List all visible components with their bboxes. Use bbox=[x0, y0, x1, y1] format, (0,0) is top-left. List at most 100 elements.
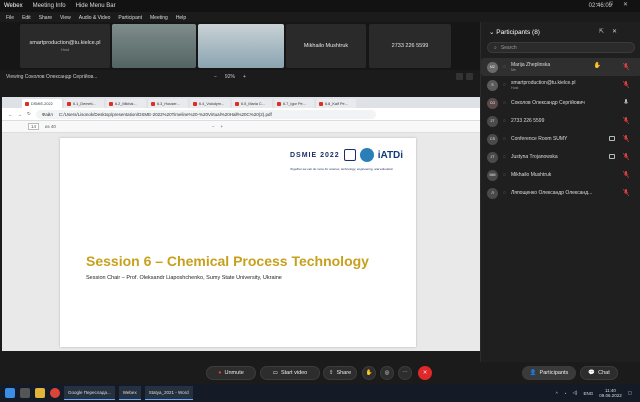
camera-icon bbox=[609, 136, 615, 141]
more-icon: ⋯ bbox=[402, 370, 408, 376]
pdf-page: DSMIE 2022 iATDi Together we can do more… bbox=[60, 138, 416, 347]
leave-meeting-button[interactable]: ✕ bbox=[418, 366, 432, 380]
taskbar-app-webex[interactable]: Webex bbox=[118, 386, 141, 400]
participants-toggle-button[interactable]: 👤 Participants bbox=[522, 366, 576, 380]
participant-row[interactable]: MM ◌ Mikhailo Mushtruk bbox=[481, 166, 640, 184]
close-icon[interactable]: ✕ bbox=[623, 1, 628, 8]
mic-muted-icon[interactable] bbox=[623, 171, 629, 178]
video-tile-phone[interactable]: 2733 226 5599 bbox=[369, 24, 451, 68]
start-video-button[interactable]: ▭ Start video bbox=[260, 366, 320, 380]
chat-button[interactable]: 💬 Chat bbox=[580, 366, 618, 380]
pdf-icon bbox=[67, 101, 71, 106]
avatar: JT bbox=[487, 151, 498, 163]
video-tile-label: smartproduction@tu.kielce.pl bbox=[29, 40, 101, 46]
browser-tab[interactable]: 6.7_Igor Pe... bbox=[274, 99, 314, 108]
zoom-out-button[interactable]: − bbox=[214, 74, 217, 80]
taskbar-clock[interactable]: 11:40 09.06.2022 bbox=[599, 388, 622, 398]
mic-status-icon: ◌ bbox=[503, 154, 506, 160]
unmute-button[interactable]: ● Unmute bbox=[206, 366, 256, 380]
more-options-button[interactable]: ⋯ bbox=[398, 366, 412, 380]
participant-row[interactable]: CS ◌ Conference Room SUMY bbox=[481, 130, 640, 148]
tray-chevron-icon[interactable]: ^ bbox=[556, 391, 558, 396]
panel-controls: ⇱ ✕ bbox=[599, 28, 617, 35]
menu-meeting[interactable]: Meeting bbox=[150, 15, 168, 21]
taskbar-app-chrome[interactable]: Google Переслада... bbox=[64, 386, 115, 400]
browser-tab[interactable]: 6.3_Houser... bbox=[148, 99, 188, 108]
browser-tab[interactable]: DSMIE-2022 bbox=[22, 99, 62, 108]
layout-controls bbox=[456, 73, 473, 80]
zoom-in-button[interactable]: + bbox=[243, 74, 246, 80]
globe-logo-icon bbox=[359, 148, 374, 162]
browser-tab[interactable]: 6.4_Volodym... bbox=[190, 99, 230, 108]
menu-participant[interactable]: Participant bbox=[118, 15, 142, 21]
share-button[interactable]: ⇪ Share bbox=[323, 366, 357, 380]
video-tile-camera-1[interactable] bbox=[112, 24, 196, 68]
participant-row[interactable]: Л ◌ Ляпощенко Олександр Олександ... bbox=[481, 184, 640, 202]
browser-tab[interactable]: 6.2_Mikhai... bbox=[106, 99, 146, 108]
collapse-icon[interactable]: ⌄ bbox=[489, 29, 494, 36]
menu-share[interactable]: Share bbox=[39, 15, 52, 21]
hide-menu-bar-button[interactable]: Hide Menu Bar bbox=[76, 3, 116, 9]
mic-muted-icon[interactable] bbox=[623, 63, 629, 70]
mic-status-icon: ◌ bbox=[503, 118, 506, 124]
reactions-button[interactable]: ✋ bbox=[362, 366, 376, 380]
volume-icon[interactable]: ◁) bbox=[572, 390, 577, 396]
start-icon[interactable] bbox=[5, 388, 15, 398]
network-icon[interactable]: ◔ bbox=[564, 391, 567, 396]
video-tile-mushtruk[interactable]: Mikhailo Mushtruk bbox=[286, 24, 366, 68]
address-bar[interactable]: Файл C:/Users/Lisonok/Desktop/presentati… bbox=[35, 109, 376, 119]
zoom-value[interactable]: 92% bbox=[225, 74, 235, 80]
browser-tab[interactable]: 6.1_Demeti... bbox=[64, 99, 104, 108]
participant-row[interactable]: S ◌ smartproduction@tu.kielce.pl Host bbox=[481, 76, 640, 94]
search-taskbar-icon[interactable] bbox=[20, 388, 30, 398]
zoom-out-pdf-icon[interactable]: − bbox=[212, 124, 215, 129]
menu-audio-video[interactable]: Audio & Video bbox=[79, 15, 111, 21]
file-explorer-icon[interactable] bbox=[35, 388, 45, 398]
menu-file[interactable]: File bbox=[6, 15, 14, 21]
meeting-info-button[interactable]: Meeting Info bbox=[33, 3, 66, 9]
mic-muted-icon[interactable] bbox=[623, 189, 629, 196]
mic-muted-icon[interactable] bbox=[623, 81, 629, 88]
taskbar-app-word[interactable]: Statya_2021 - Word bbox=[144, 386, 193, 400]
participant-row[interactable]: СО ◌ Соколов Олександр Сергійович bbox=[481, 94, 640, 112]
mic-muted-icon[interactable] bbox=[623, 153, 629, 160]
video-tile-host[interactable]: smartproduction@tu.kielce.pl Host bbox=[20, 24, 110, 68]
mic-muted-icon[interactable] bbox=[623, 135, 629, 142]
pdf-icon bbox=[151, 101, 155, 106]
maximize-icon[interactable]: □ bbox=[609, 1, 613, 8]
layout-icon[interactable] bbox=[456, 73, 463, 80]
participant-row[interactable]: JT ◌ Justyna Trojanowska bbox=[481, 148, 640, 166]
popout-icon[interactable]: ⇱ bbox=[599, 28, 604, 35]
participant-role: Me bbox=[510, 68, 516, 72]
pdf-icon bbox=[235, 101, 239, 106]
language-indicator[interactable]: ENG bbox=[583, 391, 593, 396]
participant-row[interactable]: MZ ◌ Marija Zheplinska Me ✋ bbox=[481, 58, 640, 76]
browser-tab[interactable]: 6.8_Kalf Pe... bbox=[316, 99, 356, 108]
menu-help[interactable]: Help bbox=[176, 15, 186, 21]
mic-icon[interactable] bbox=[623, 99, 629, 106]
session-chair: Session Chair – Prof. Oleksandr Liaposhc… bbox=[86, 275, 282, 281]
mic-muted-icon[interactable] bbox=[623, 117, 629, 124]
browser-tab[interactable]: 6.5_Maria C... bbox=[232, 99, 272, 108]
app-name: Webex bbox=[4, 3, 23, 9]
zoom-in-pdf-icon[interactable]: + bbox=[221, 124, 224, 129]
pdf-icon bbox=[319, 101, 323, 106]
video-strip: smartproduction@tu.kielce.pl Host Mikhai… bbox=[0, 22, 480, 70]
participant-search[interactable]: ⌕ Search bbox=[487, 42, 635, 53]
reload-icon[interactable]: ↻ bbox=[27, 111, 31, 117]
minimize-icon[interactable]: – bbox=[596, 1, 599, 8]
notification-icon[interactable]: ▢ bbox=[628, 390, 632, 396]
back-icon[interactable]: ← bbox=[8, 112, 13, 117]
participant-name: Conference Room SUMY bbox=[510, 136, 568, 142]
participant-row[interactable]: 27 ◌ 2733 226 5599 bbox=[481, 112, 640, 130]
video-tile-camera-2[interactable] bbox=[198, 24, 284, 68]
captions-button[interactable]: ◎ bbox=[380, 366, 394, 380]
chrome-icon[interactable] bbox=[50, 388, 60, 398]
forward-icon[interactable]: → bbox=[18, 112, 23, 117]
menu-edit[interactable]: Edit bbox=[22, 15, 31, 21]
menu-view[interactable]: View bbox=[60, 15, 71, 21]
close-panel-icon[interactable]: ✕ bbox=[612, 28, 617, 35]
avatar: MM bbox=[487, 169, 498, 181]
fullscreen-icon[interactable] bbox=[466, 73, 473, 80]
page-number-input[interactable]: 14 bbox=[28, 123, 40, 130]
